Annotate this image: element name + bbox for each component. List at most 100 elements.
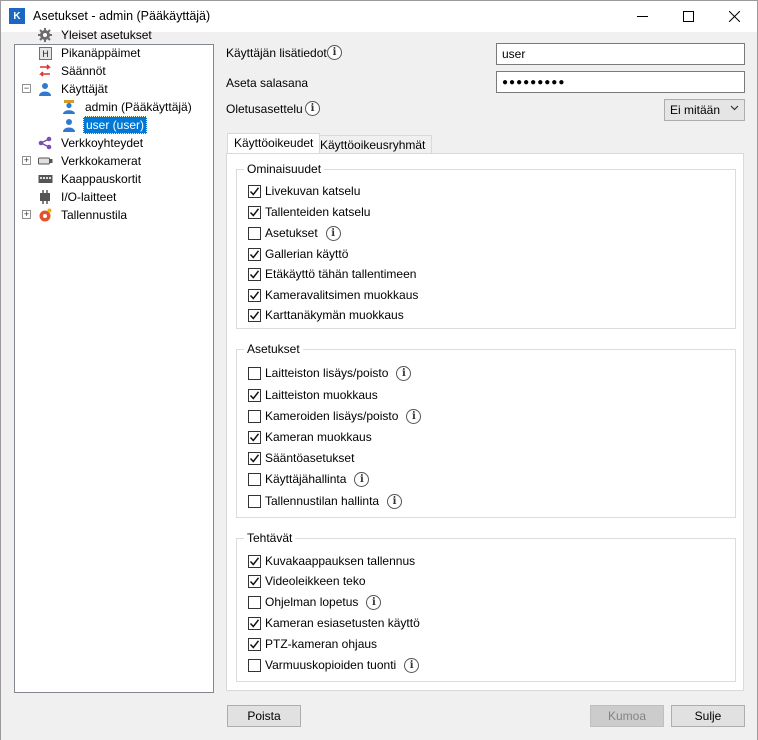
maximize-icon [682, 11, 694, 22]
checked-checkbox[interactable] [248, 288, 261, 302]
tree-item[interactable]: I/O-laitteet [37, 188, 118, 206]
info-icon[interactable]: i [354, 471, 370, 487]
checked-checkbox[interactable] [248, 616, 261, 630]
checked-checkbox[interactable] [248, 554, 261, 568]
settings-window: K Asetukset - admin (Pääkäyttäjä) Yleise… [0, 0, 758, 740]
permission-checkbox-row[interactable]: Etäkäyttö tähän tallentimeen [248, 265, 422, 283]
settings-tree[interactable]: Yleiset asetukset H Pikanäppäimet Säännöt − K… [14, 28, 214, 693]
delete-button[interactable]: Poista [227, 705, 301, 727]
close-window-button[interactable] [711, 1, 757, 32]
permission-checkbox-row[interactable]: Karttanäkymän muokkaus [248, 306, 410, 324]
default-layout-select[interactable]: Ei mitään [664, 99, 745, 121]
tree-item-label: Kaappauskortit [61, 172, 142, 186]
permission-label: Asetukset [265, 226, 318, 240]
permission-checkbox-row[interactable]: Kameroiden lisäys/poisto i [248, 407, 422, 425]
maximize-button[interactable] [665, 1, 711, 32]
permissions-panel: Ominaisuudet Livekuvan katselu Tallenteide… [226, 153, 744, 691]
info-icon[interactable]: i [325, 225, 341, 241]
unchecked-checkbox[interactable] [248, 366, 261, 380]
password-field[interactable]: ●●●●●●●●● [496, 71, 745, 93]
info-icon[interactable]: i [396, 365, 412, 381]
group-title: Tehtävät [244, 531, 296, 545]
info-icon[interactable]: i [404, 657, 420, 673]
unchecked-checkbox[interactable] [248, 494, 261, 508]
checked-checkbox[interactable] [248, 388, 261, 402]
unchecked-checkbox[interactable] [248, 226, 261, 240]
checked-checkbox[interactable] [248, 247, 261, 261]
info-icon[interactable]: i [387, 493, 403, 509]
username-field[interactable]: user [496, 43, 745, 65]
info-icon[interactable]: i [305, 101, 320, 116]
permission-checkbox-row[interactable]: PTZ-kameran ohjaus [248, 635, 383, 653]
unchecked-checkbox[interactable] [248, 409, 261, 423]
tree-item[interactable]: Kaappauskortit [37, 170, 143, 188]
info-icon[interactable]: i [406, 408, 422, 424]
checked-checkbox[interactable] [248, 184, 261, 198]
permission-checkbox-row[interactable]: Kuvakaappauksen tallennus [248, 552, 421, 570]
group-title: Ominaisuudet [244, 162, 325, 176]
checked-checkbox[interactable] [248, 308, 261, 322]
tree-item[interactable]: H Pikanäppäimet [37, 44, 142, 62]
info-icon[interactable]: i [366, 594, 382, 610]
permission-label: Videoleikkeen teko [265, 574, 366, 588]
tab-permissions[interactable]: Käyttöoikeudet [227, 133, 321, 155]
tree-item-label: I/O-laitteet [61, 190, 117, 204]
permission-label: Käyttäjähallinta [265, 472, 347, 486]
permission-group: Asetukset Laitteiston lisäys/poisto i Laitt… [236, 342, 736, 518]
unchecked-checkbox[interactable] [248, 658, 261, 672]
svg-text:H: H [42, 50, 49, 60]
permission-checkbox-row[interactable]: Asetukset i [248, 224, 341, 242]
undo-button[interactable]: Kumoa [590, 705, 664, 727]
checked-checkbox[interactable] [248, 205, 261, 219]
permission-label: Gallerian käyttö [265, 247, 349, 261]
permission-checkbox-row[interactable]: Ohjelman lopetus i [248, 593, 382, 611]
io-device-icon [37, 189, 53, 205]
tree-item[interactable]: Verkkokamerat [37, 152, 143, 170]
permission-checkbox-row[interactable]: Tallennustilan hallinta i [248, 492, 403, 510]
permission-checkbox-row[interactable]: Kameravalitsimen muokkaus [248, 286, 424, 304]
checked-checkbox[interactable] [248, 430, 261, 444]
tree-item-label: user (user) [83, 116, 148, 134]
tab-permission-groups[interactable]: Käyttöoikeusryhmät [313, 135, 433, 155]
tree-item[interactable]: Käyttäjät [37, 80, 110, 98]
tree-item[interactable]: Tallennustila [37, 206, 129, 224]
checked-checkbox[interactable] [248, 451, 261, 465]
permission-checkbox-row[interactable]: Käyttäjähallinta i [248, 470, 370, 488]
info-icon[interactable]: i [327, 45, 342, 60]
permission-checkbox-row[interactable]: Varmuuskopioiden tuonti i [248, 656, 420, 674]
tree-item-label: admin (Pääkäyttäjä) [85, 100, 192, 114]
permission-checkbox-row[interactable]: Sääntöasetukset [248, 449, 360, 467]
permission-checkbox-row[interactable]: Tallenteiden katselu [248, 203, 376, 221]
close-icon [728, 11, 740, 22]
permission-checkbox-row[interactable]: Kameran esiasetusten käyttö [248, 614, 426, 632]
collapse-icon[interactable]: − [22, 84, 31, 93]
tree-item-label: Käyttäjät [61, 82, 108, 96]
tree-item[interactable]: user (user) [61, 116, 148, 134]
user-icon [37, 81, 53, 97]
permission-label: Ohjelman lopetus [265, 595, 359, 609]
tree-item[interactable]: Yleiset asetukset [37, 26, 154, 44]
checked-checkbox[interactable] [248, 574, 261, 588]
user-icon [61, 117, 77, 133]
checked-checkbox[interactable] [248, 637, 261, 651]
permission-label: Kameran muokkaus [265, 430, 372, 444]
permission-checkbox-row[interactable]: Laitteiston muokkaus [248, 386, 384, 404]
permission-label: Kameroiden lisäys/poisto [265, 409, 399, 423]
permission-checkbox-row[interactable]: Kameran muokkaus [248, 428, 378, 446]
expand-icon[interactable]: + [22, 156, 31, 165]
minimize-button[interactable] [619, 1, 665, 32]
tree-item[interactable]: Verkkoyhteydet [37, 134, 145, 152]
tree-item[interactable]: Säännöt [37, 62, 108, 80]
permission-checkbox-row[interactable]: Gallerian käyttö [248, 245, 354, 263]
tree-item[interactable]: admin (Pääkäyttäjä) [61, 98, 194, 116]
default-layout-label: Oletusasettelu [226, 102, 303, 116]
checked-checkbox[interactable] [248, 267, 261, 281]
permission-checkbox-row[interactable]: Livekuvan katselu [248, 182, 366, 200]
unchecked-checkbox[interactable] [248, 472, 261, 486]
gear-icon [37, 27, 53, 43]
unchecked-checkbox[interactable] [248, 595, 261, 609]
permission-checkbox-row[interactable]: Videoleikkeen teko [248, 572, 372, 590]
close-button[interactable]: Sulje [671, 705, 745, 727]
expand-icon[interactable]: + [22, 210, 31, 219]
permission-checkbox-row[interactable]: Laitteiston lisäys/poisto i [248, 364, 412, 382]
